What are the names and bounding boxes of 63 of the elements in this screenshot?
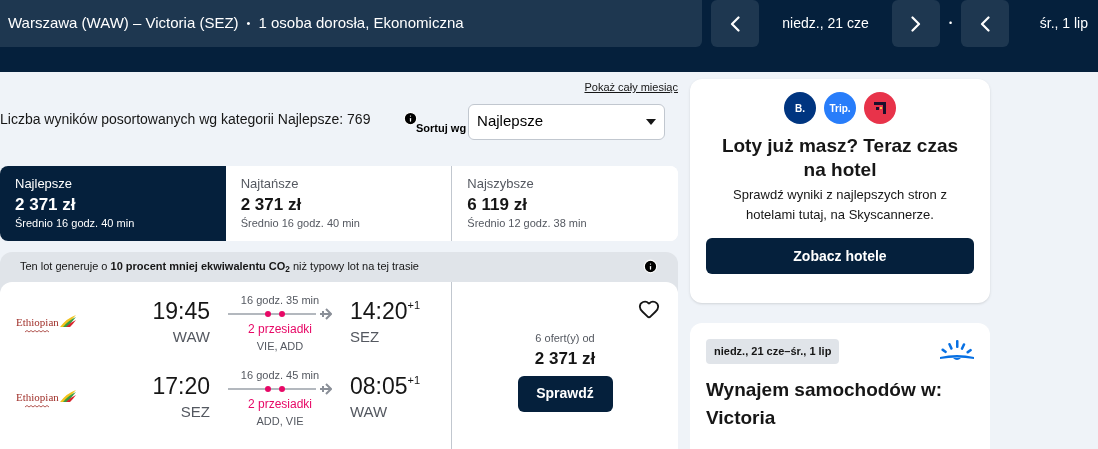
- arrival-airport: WAW: [350, 402, 388, 423]
- wing-swoosh-icon: [58, 388, 77, 403]
- departure-airport: SEZ: [180, 402, 210, 423]
- tab-duration: Średnio 16 godz. 40 min: [15, 216, 136, 232]
- show-month-link[interactable]: Pokaż cały miesiąc: [584, 79, 678, 96]
- tab-title: Najszybsze: [467, 175, 535, 194]
- tab-price: 2 371 zł: [240, 193, 303, 216]
- day-offset: +1: [407, 373, 421, 387]
- stopover-airports: ADD, VIE: [256, 414, 304, 429]
- route-text: Warszawa (WAW) – Victoria (SEZ): [8, 13, 239, 34]
- airline-name: Ethiopian: [16, 391, 59, 403]
- see-hotels-button[interactable]: Zobacz hotele: [706, 238, 974, 274]
- logo-text: Trip.: [829, 101, 851, 116]
- tab-title: Najtańsze: [240, 175, 300, 194]
- wing-swoosh-icon: [58, 313, 77, 328]
- tab-title: Najlepsze: [15, 175, 74, 194]
- info-icon[interactable]: [643, 259, 658, 274]
- flight-duration: 16 godz. 45 min: [240, 367, 320, 383]
- tab-price: 6 119 zł: [467, 193, 528, 216]
- return-date[interactable]: śr., 1 lip: [1018, 0, 1098, 47]
- hotel-card-text: Sprawdź wyniki z najlepszych stron z hotelami tutaj, na Skyscannerze.: [732, 186, 948, 224]
- sort-label: Sortuj wg: [416, 120, 467, 136]
- sort-tab[interactable]: Najszybsze 6 119 zł Średnio 12 godz. 38 min: [451, 165, 678, 241]
- offers-count: 6 ofert(y) od: [535, 330, 595, 346]
- corner-logo-icon: [872, 100, 888, 116]
- hotel-card-title: Loty już masz? Teraz czas na hotel: [720, 134, 960, 182]
- logo-text: B.: [795, 101, 805, 116]
- tab-duration: Średnio 16 godz. 40 min: [240, 216, 361, 232]
- passengers-text: 1 osoba dorosła, Ekonomiczna: [258, 13, 464, 34]
- stopover-airports: VIE, ADD: [256, 339, 304, 354]
- eco-note: Ten lot generuje o 10 procent mniej ekwiwalentu CO$_{2}$ niż typowy lot na tej trasie: [20, 259, 419, 275]
- airline-name: Ethiopian: [16, 316, 59, 328]
- departure-airport: WAW: [172, 327, 210, 348]
- route-line-icon: [228, 308, 332, 320]
- departure-time: 19:45: [152, 297, 210, 327]
- outbound-date[interactable]: niedz., 21 cze: [768, 0, 883, 47]
- chevron-left-icon: [980, 15, 991, 32]
- search-summary-bar[interactable]: Warszawa (WAW) – Victoria (SEZ) • 1 osoba dorosła, Ekonomiczna: [0, 0, 702, 47]
- arrival-time: 08:05: [350, 372, 408, 402]
- sunrise-logo-icon: [940, 340, 974, 363]
- sort-select[interactable]: Najlepsze: [468, 103, 666, 140]
- separator-dot: •: [246, 16, 251, 32]
- sort-tab[interactable]: Najlepsze 2 371 zł Średnio 16 godz. 40 min: [0, 165, 226, 241]
- car-rental-title: Wynajem samochodów w: Victoria: [706, 377, 944, 430]
- date-range-tag: niedz., 21 cze–śr., 1 lip: [706, 339, 840, 364]
- flight-price: 2 371 zł: [534, 348, 596, 370]
- chevron-right-icon: [911, 15, 921, 32]
- separator-dot: •: [949, 16, 953, 30]
- dropdown-arrow-icon: [646, 118, 657, 125]
- check-button[interactable]: Sprawdź: [517, 375, 613, 412]
- departure-time: 17:20: [152, 372, 210, 402]
- stops-count: 2 przesiadki: [248, 321, 312, 338]
- tab-price: 2 371 zł: [15, 193, 77, 216]
- day-offset: +1: [407, 298, 421, 312]
- arrival-time: 14:20: [350, 297, 408, 327]
- info-icon[interactable]: [403, 110, 418, 126]
- tab-duration: Średnio 12 godz. 38 min: [467, 216, 588, 232]
- arrival-airport: SEZ: [350, 327, 380, 348]
- flight-duration: 16 godz. 35 min: [240, 292, 320, 308]
- stops-count: 2 przesiadki: [248, 396, 312, 413]
- results-summary: Liczba wyników posortowanych wg kategorii Najlepsze: 769: [0, 109, 372, 129]
- chevron-left-icon: [730, 15, 740, 32]
- route-line-icon: [228, 383, 332, 395]
